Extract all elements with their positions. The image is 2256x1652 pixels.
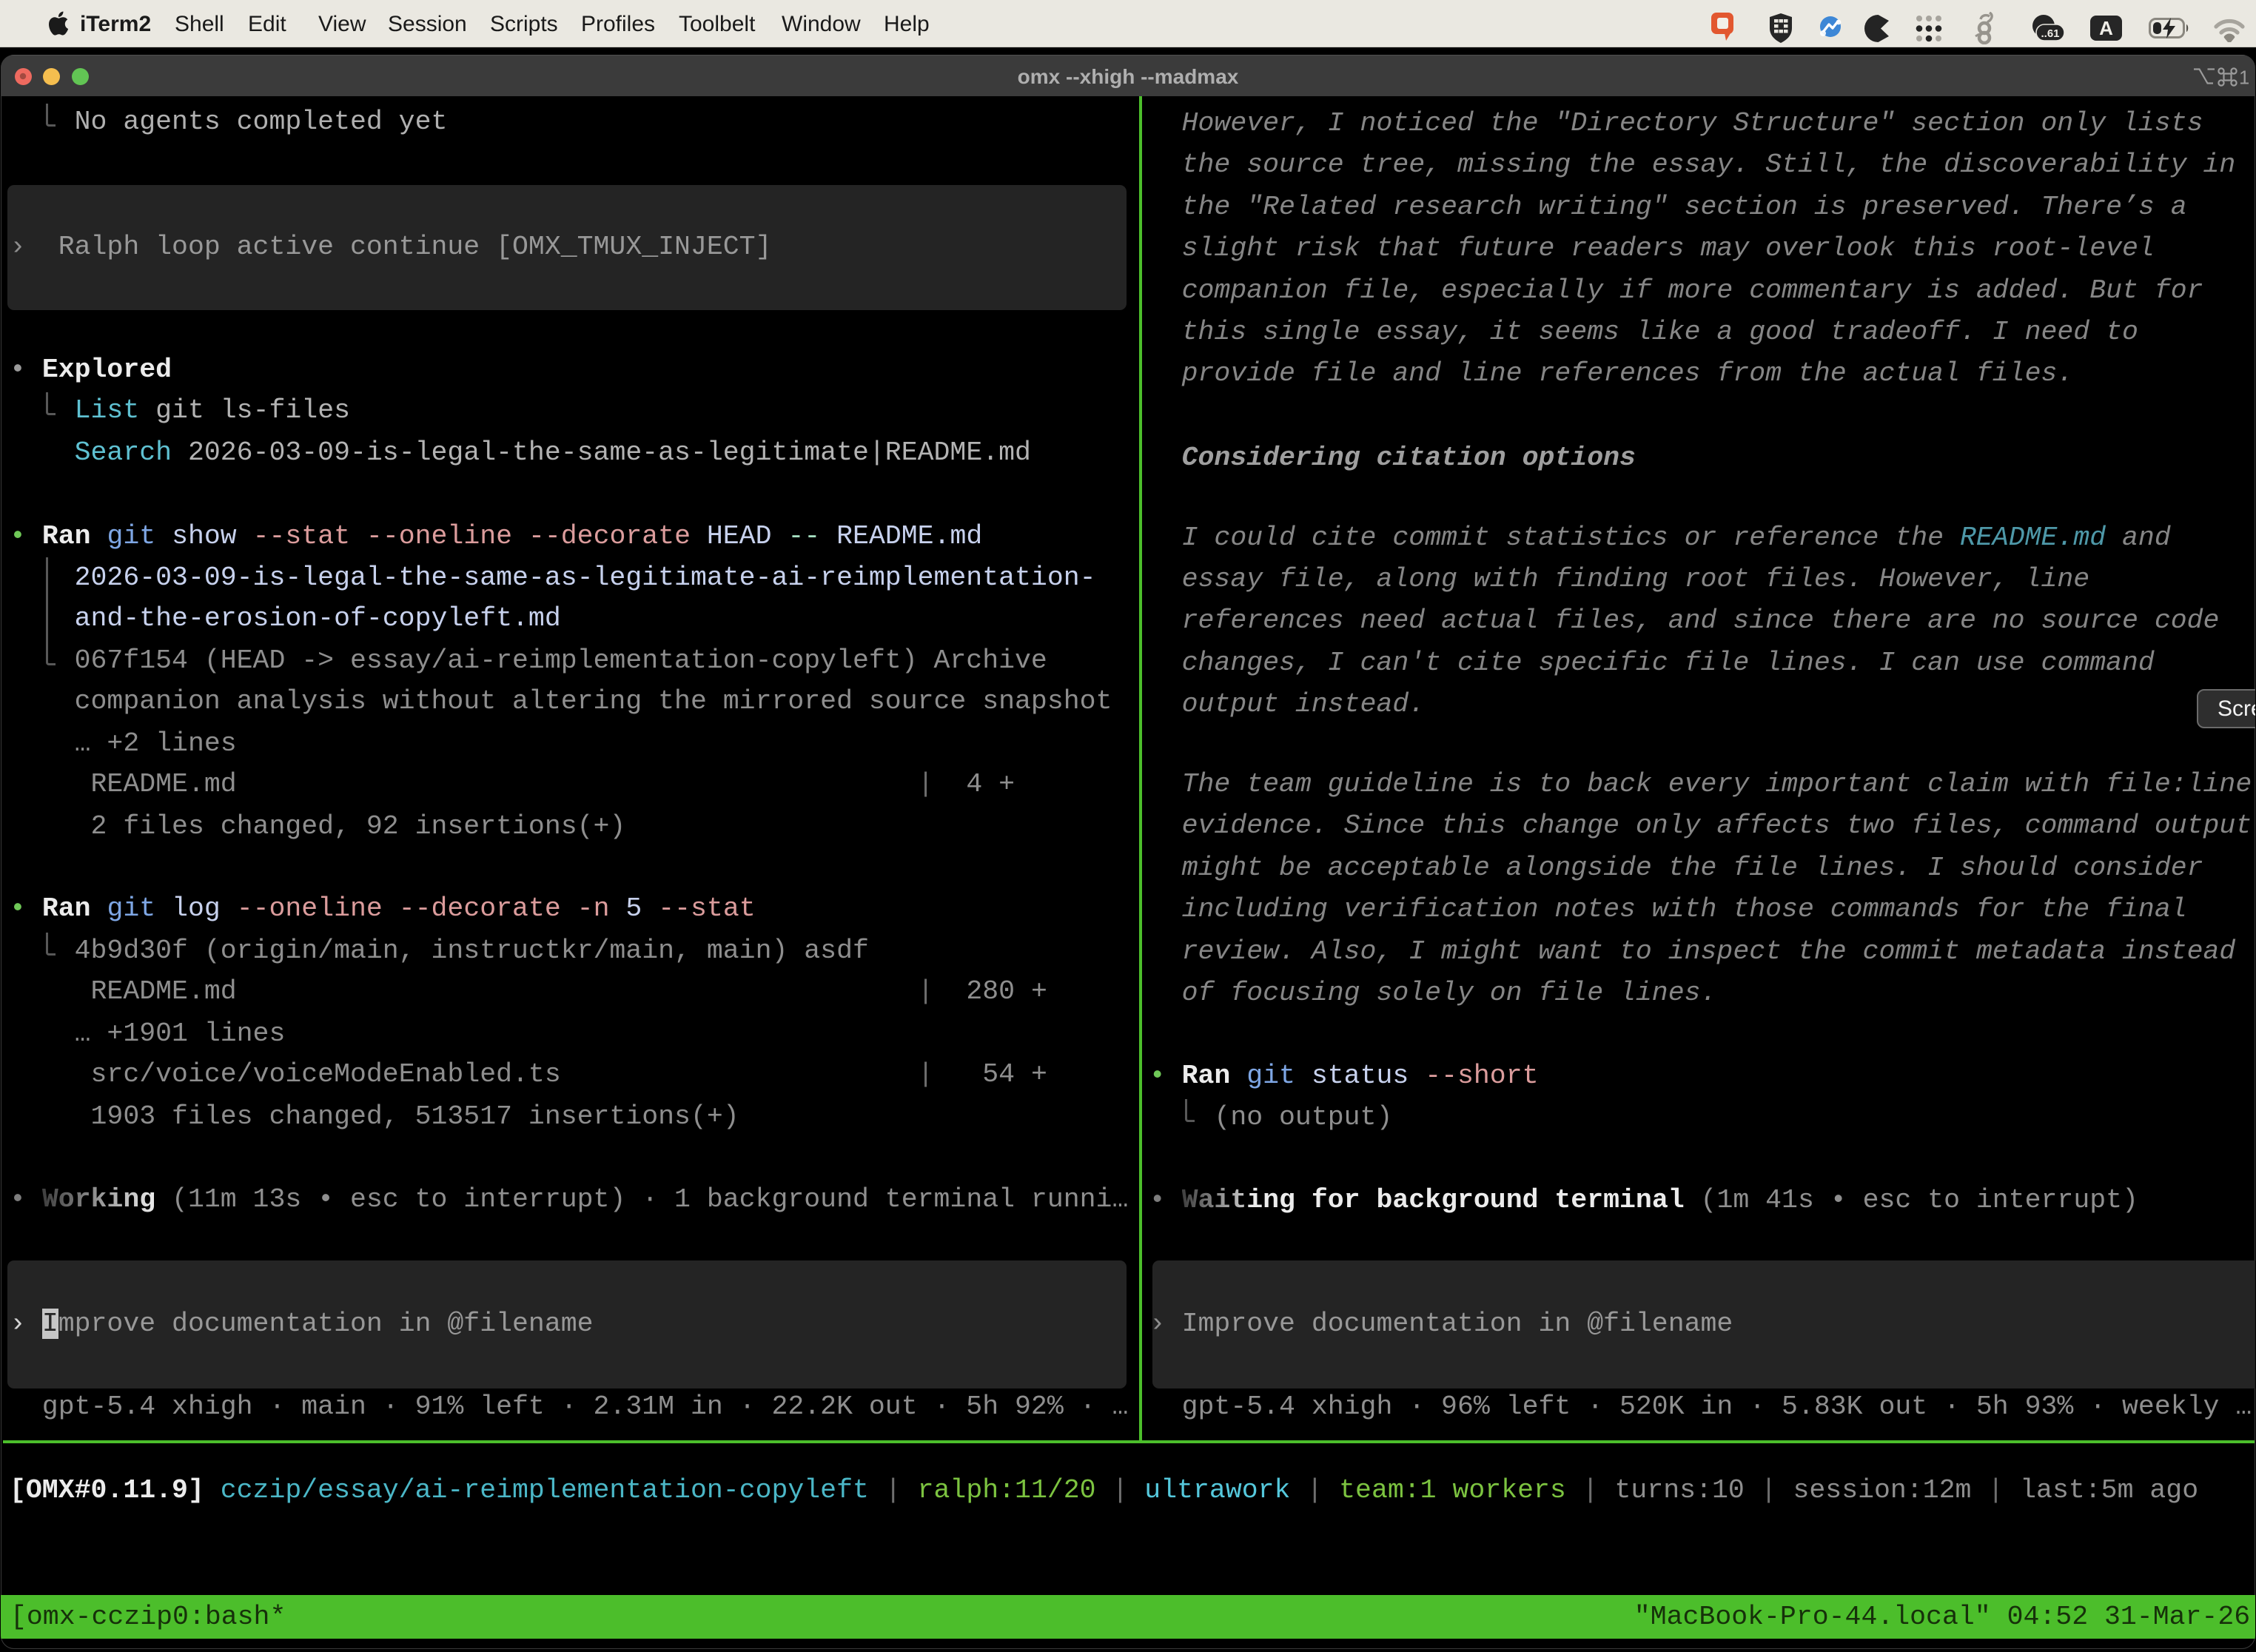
svg-text:1: 1 [2239,67,2249,87]
svg-text:..61: ..61 [2041,27,2059,40]
